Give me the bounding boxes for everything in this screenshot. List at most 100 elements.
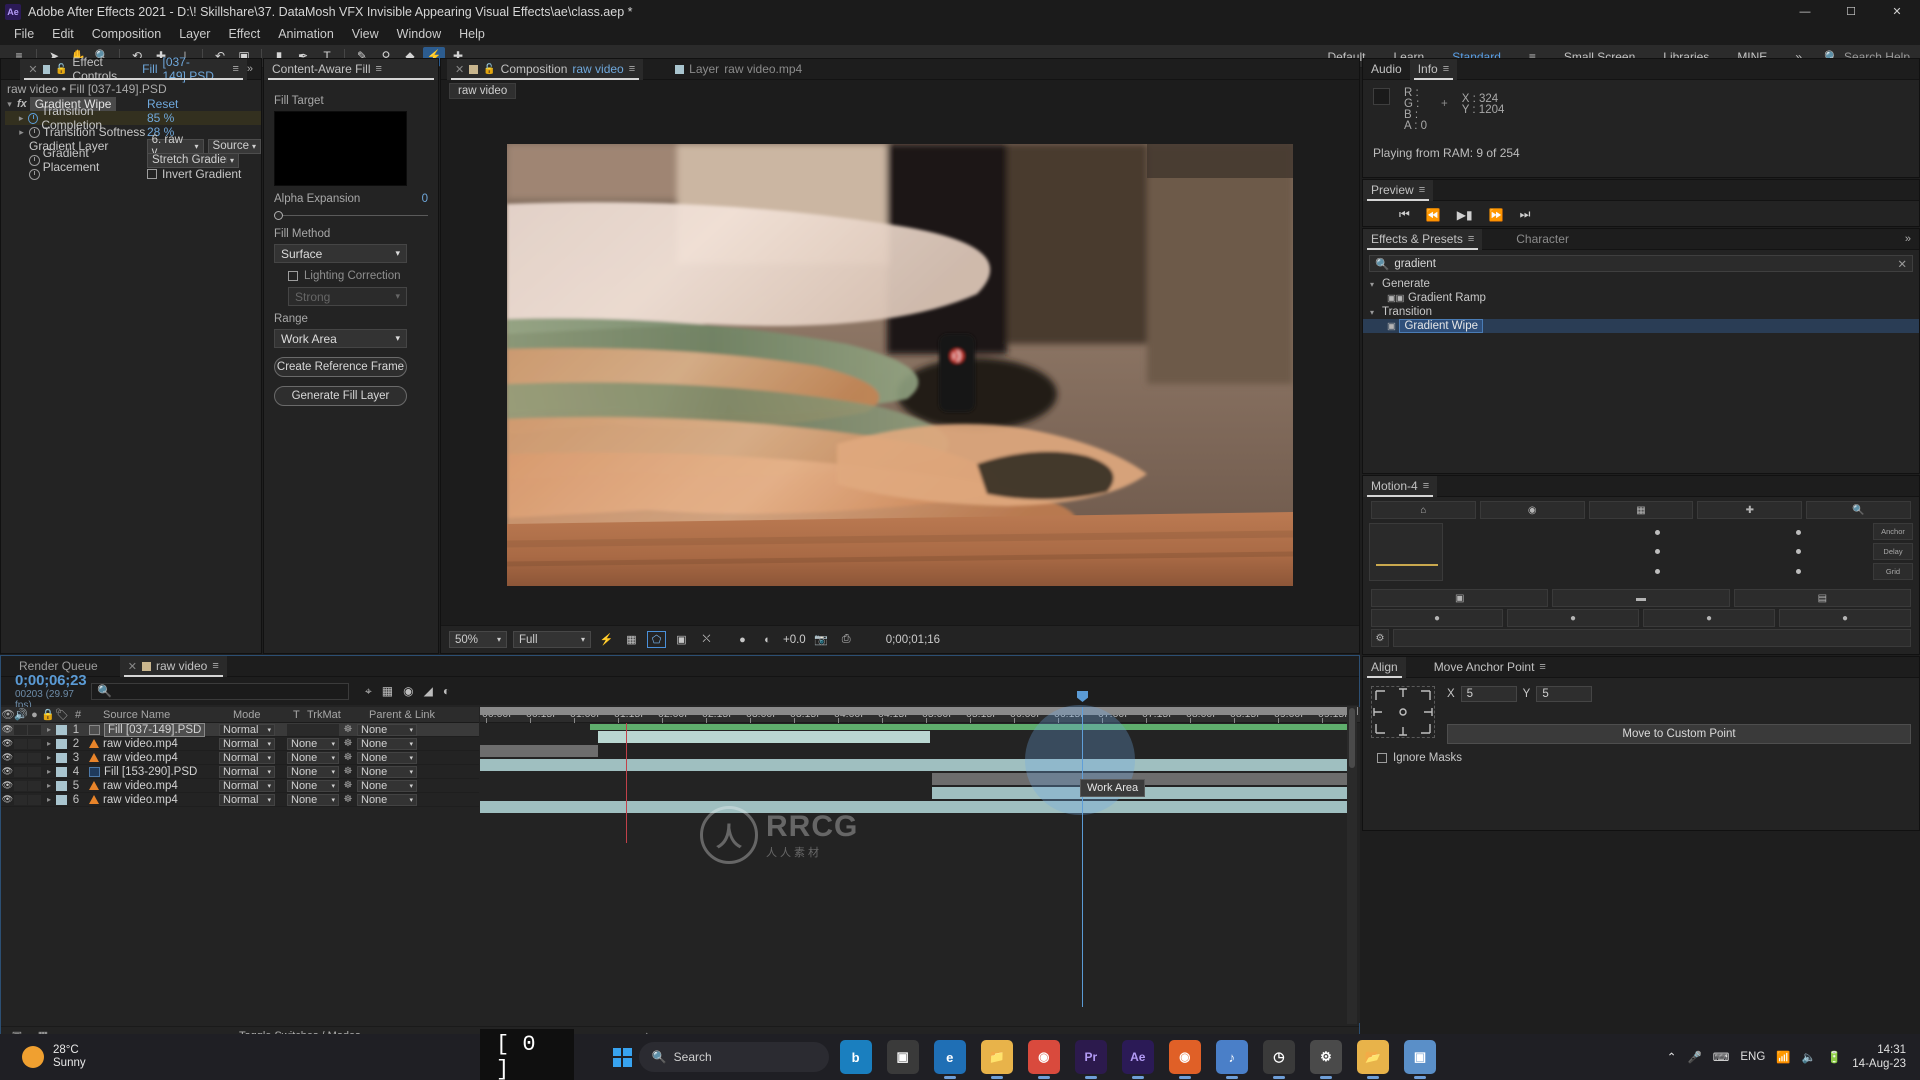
chevron-right-icon[interactable]: ▸	[42, 781, 56, 790]
chevron-right-icon[interactable]: ▸	[42, 795, 56, 804]
effects-search-input[interactable]	[1394, 257, 1893, 270]
layer-name-cell[interactable]: raw video.mp4	[85, 752, 215, 764]
taskbar-search[interactable]: 🔍 Search	[638, 1042, 829, 1072]
clock[interactable]: 14:31 14-Aug-23	[1852, 1043, 1906, 1071]
language-indicator[interactable]: ENG	[1740, 1051, 1765, 1063]
gradient-placement-dropdown[interactable]: Stretch Gradient to ▾	[147, 152, 239, 168]
panel-menu-icon[interactable]: ≡	[1443, 63, 1449, 75]
layer-name-cell[interactable]: Fill [153-290].PSD	[85, 766, 215, 778]
blend-mode-dropdown[interactable]: Normal ▾	[219, 793, 275, 806]
keyboard-icon[interactable]: ⌨	[1713, 1050, 1730, 1064]
table-row[interactable]: 👁 ▸ 3 raw video.mp4 Normal ▾ None ▾ ☸ No…	[1, 751, 479, 765]
dot-cell[interactable]	[1588, 542, 1729, 561]
ignore-masks-row[interactable]: Ignore Masks	[1363, 752, 1919, 764]
menu-animation[interactable]: Animation	[269, 25, 343, 43]
blend-mode-dropdown[interactable]: Normal ▾	[219, 723, 275, 736]
menu-view[interactable]: View	[343, 25, 388, 43]
dot-cell[interactable]	[1447, 562, 1588, 581]
menu-layer[interactable]: Layer	[170, 25, 219, 43]
dot-cell[interactable]	[1728, 562, 1869, 581]
parent-dropdown[interactable]: None ▾	[357, 765, 417, 778]
timeline-vertical-scrollbar[interactable]	[1347, 706, 1357, 1024]
hide-shy-layers-icon[interactable]: ◉	[403, 684, 413, 699]
menu-effect[interactable]: Effect	[219, 25, 269, 43]
dot-cell[interactable]	[1588, 562, 1729, 581]
exposure-value[interactable]: +0.0	[783, 634, 806, 646]
show-snapshot-icon[interactable]: ⎙	[837, 631, 856, 648]
anchor-point-selector[interactable]	[1371, 686, 1435, 738]
dot-cell[interactable]	[1588, 523, 1729, 542]
lighting-correction-row[interactable]: Lighting Correction	[288, 270, 428, 282]
table-row[interactable]: 👁 ▸ 4 Fill [153-290].PSD Normal ▾ None ▾	[1, 765, 479, 779]
tab-info[interactable]: Info ≡	[1409, 58, 1458, 80]
property-transition-softness[interactable]: ▸ Transition Softness 28 %	[5, 125, 261, 139]
edge-icon[interactable]: e	[933, 1040, 966, 1074]
layer-bar-3[interactable]	[480, 759, 1352, 771]
video-toggle-icon[interactable]: 👁	[1, 780, 14, 791]
panel-menu-icon[interactable]: ≡	[1539, 661, 1545, 673]
trkmat-header[interactable]: TrkMat	[307, 709, 363, 721]
blend-mode-dropdown[interactable]: Normal ▾	[219, 779, 275, 792]
parent-pickwhip-icon[interactable]: ☸	[339, 724, 357, 735]
effects-group-transition[interactable]: ▾ Transition	[1363, 305, 1919, 319]
layer-name-cell[interactable]: Fill [037-149].PSD	[85, 722, 215, 737]
effect-item-gradient-ramp[interactable]: ▣▣ Gradient Ramp	[1363, 291, 1919, 305]
stopwatch-icon[interactable]	[28, 112, 39, 124]
table-row[interactable]: 👁 ▸ 5 raw video.mp4 Normal ▾ None ▾ ☸ No…	[1, 779, 479, 793]
tab-effects-presets[interactable]: Effects & Presets ≡	[1363, 228, 1483, 250]
video-preview-frame[interactable]	[507, 144, 1293, 586]
fast-preview-icon[interactable]: ⚡	[597, 631, 616, 648]
blend-mode-dropdown[interactable]: Normal ▾	[219, 765, 275, 778]
close-icon[interactable]: ✕	[28, 63, 37, 76]
dot-cell[interactable]	[1728, 523, 1869, 542]
table-row[interactable]: 👁 ▸ 2 raw video.mp4 Normal ▾ None ▾ ☸ No…	[1, 737, 479, 751]
resolution-dropdown[interactable]: Full ▾	[513, 631, 591, 648]
table-row[interactable]: 👁 ▸ 6 raw video.mp4 Normal ▾ None ▾ ☸ No…	[1, 793, 479, 807]
clock-icon[interactable]: ◷	[1262, 1040, 1295, 1074]
chevron-right-icon[interactable]: ▸	[17, 127, 26, 138]
t-header[interactable]: T	[293, 709, 307, 721]
property-invert-gradient[interactable]: Invert Gradient	[5, 167, 261, 181]
invert-gradient-checkbox[interactable]	[147, 169, 157, 179]
ignore-masks-checkbox[interactable]	[1377, 753, 1387, 763]
dot-cell[interactable]	[1447, 523, 1588, 542]
stopwatch-icon[interactable]	[28, 154, 40, 166]
lighting-strength-dropdown[interactable]: Strong ▾	[288, 287, 407, 306]
close-icon[interactable]: ✕	[455, 63, 464, 76]
chevron-down-icon[interactable]: ▾	[1370, 308, 1378, 317]
tab-composition-raw-video[interactable]: ✕ 🔓 Composition raw video ≡	[447, 58, 644, 80]
current-time-display[interactable]: 0;00;01;16	[886, 634, 940, 646]
photos-icon[interactable]: ▣	[1403, 1040, 1437, 1074]
snapshot-icon[interactable]: 📷	[812, 631, 831, 648]
slider-track[interactable]	[283, 214, 428, 216]
clear-search-icon[interactable]: ✕	[1897, 257, 1907, 271]
parent-pickwhip-icon[interactable]: ☸	[339, 752, 357, 763]
panel-menu-icon[interactable]: ≡	[212, 660, 218, 672]
label-color-swatch[interactable]	[56, 766, 67, 777]
dot-cell[interactable]	[1447, 542, 1588, 561]
layer-bar-6[interactable]	[480, 801, 1352, 813]
label-color-swatch[interactable]	[56, 752, 67, 763]
range-dropdown[interactable]: Work Area ▾	[274, 329, 407, 348]
chevron-right-icon[interactable]: ▸	[17, 113, 25, 124]
layer-name-cell[interactable]: raw video.mp4	[85, 780, 215, 792]
work-area-bar[interactable]	[480, 707, 1358, 715]
parent-dropdown[interactable]: None ▾	[357, 737, 417, 750]
search-icon[interactable]: 🔍	[1806, 501, 1911, 519]
chevron-right-icon[interactable]: ▸	[42, 753, 56, 762]
settings-icon[interactable]: ⚙	[1309, 1040, 1342, 1074]
y-input[interactable]: 5	[1536, 686, 1593, 702]
fill-target-preview[interactable]	[274, 111, 407, 186]
layer-bar-2[interactable]	[480, 745, 598, 757]
close-icon[interactable]: ✕	[128, 660, 137, 673]
tab-align[interactable]: Align	[1363, 656, 1406, 678]
tab-preview[interactable]: Preview ≡	[1363, 179, 1434, 201]
mode-header[interactable]: Mode	[233, 709, 293, 721]
label-color-swatch[interactable]	[56, 780, 67, 791]
scrollbar-thumb[interactable]	[1349, 708, 1355, 768]
premiere-pro-icon[interactable]: Pr	[1074, 1040, 1107, 1074]
panel-menu-icon[interactable]: ≡	[232, 63, 238, 75]
motion-option-2-icon[interactable]: ●	[1507, 609, 1639, 627]
video-toggle-icon[interactable]: 👁	[1, 766, 14, 777]
toggle-mask-icon[interactable]: ▣	[672, 631, 691, 648]
